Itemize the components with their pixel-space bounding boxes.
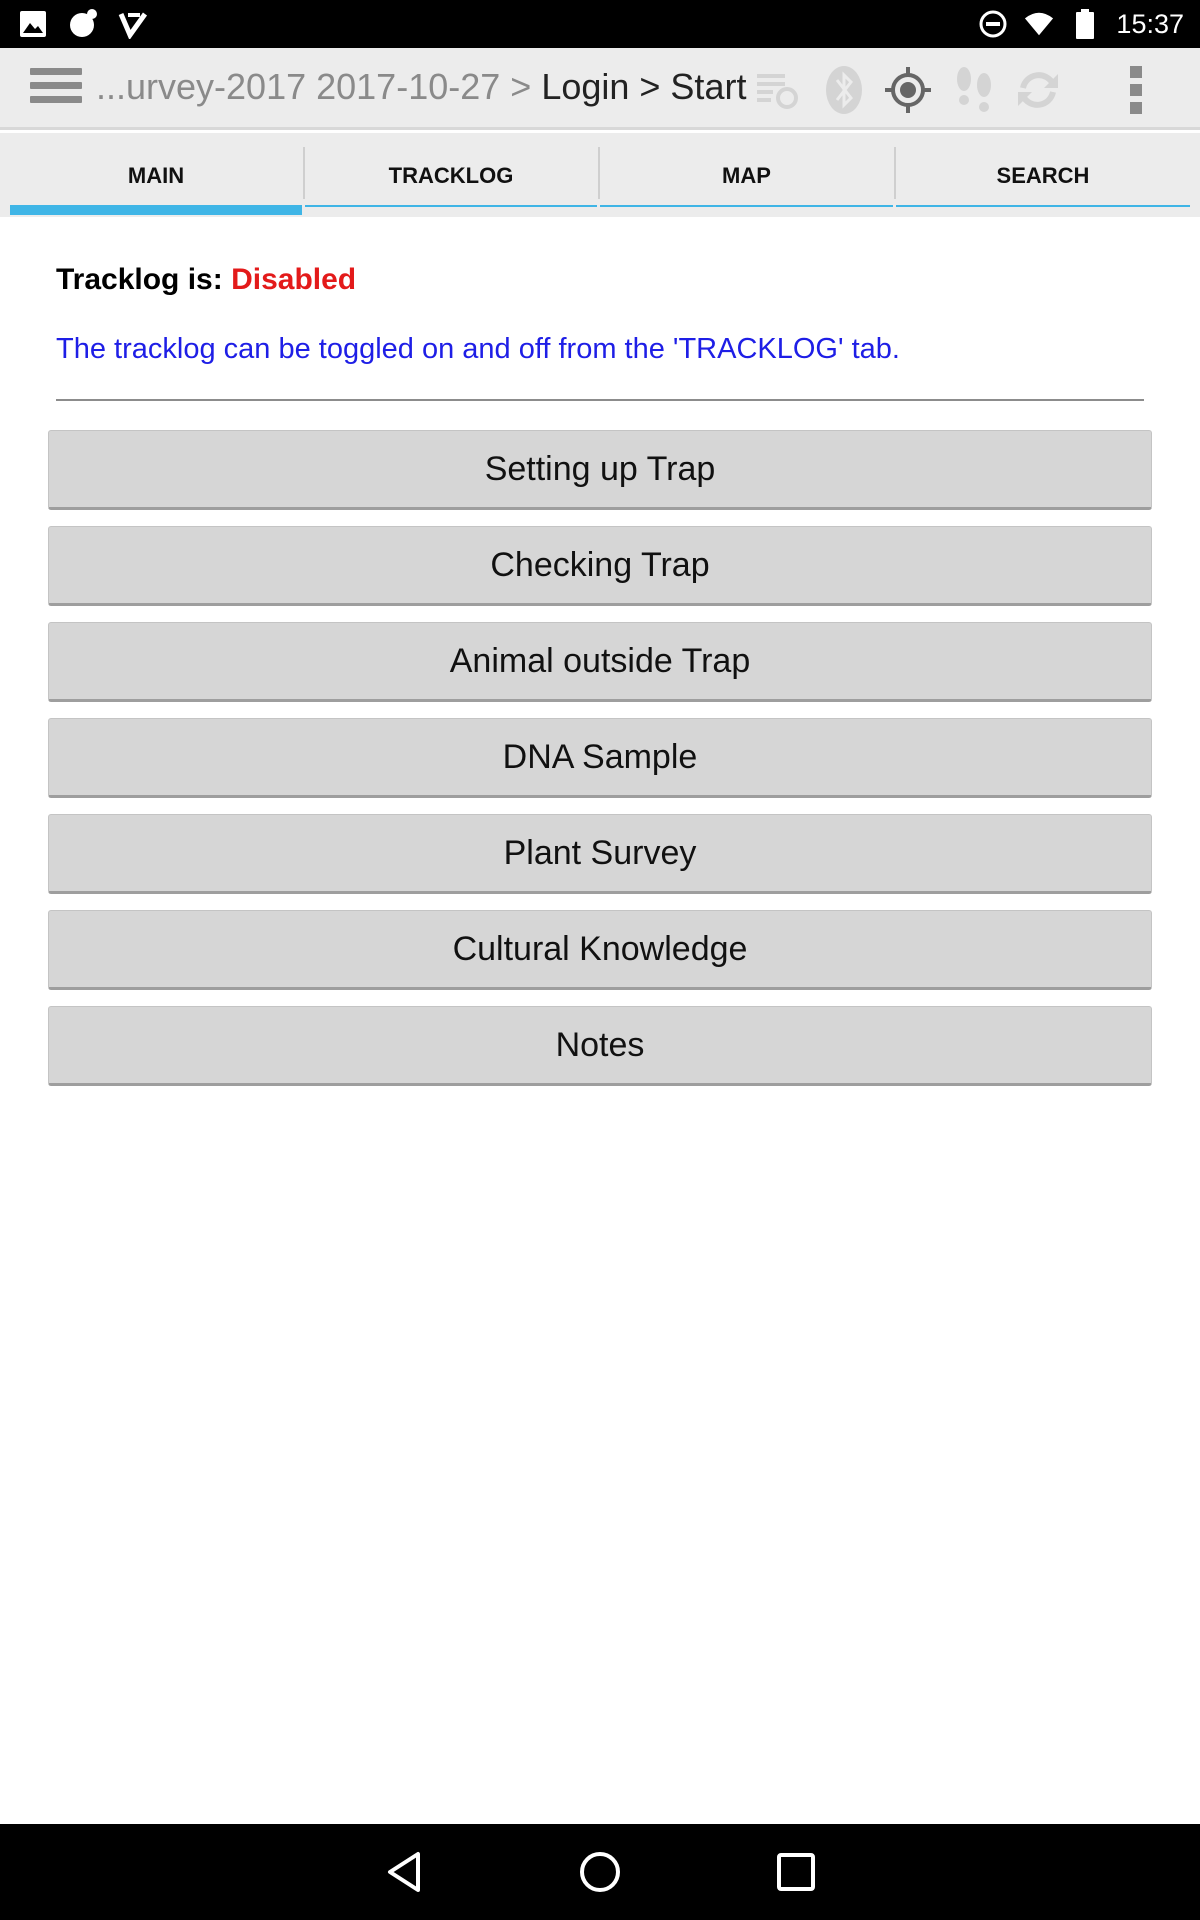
battery-icon [1070, 9, 1100, 39]
tracklog-status-label: Tracklog is: [56, 263, 223, 296]
image-icon [18, 9, 48, 39]
divider [56, 399, 1144, 401]
notes-button[interactable]: Notes [48, 1006, 1152, 1086]
plant-survey-button[interactable]: Plant Survey [48, 814, 1152, 894]
animal-outside-trap-button[interactable]: Animal outside Trap [48, 622, 1152, 702]
tab-search[interactable]: SEARCH [896, 147, 1190, 207]
sync-list-icon[interactable] [752, 64, 804, 116]
footprints-icon[interactable] [948, 64, 1000, 116]
wifi-icon [1024, 9, 1054, 39]
cultural-knowledge-button[interactable]: Cultural Knowledge [48, 910, 1152, 990]
status-time: 15:37 [1116, 8, 1184, 39]
checking-trap-button[interactable]: Checking Trap [48, 526, 1152, 606]
download-done-icon [118, 9, 148, 39]
status-bar-right: 15:37 [978, 0, 1184, 48]
navigation-bar [0, 1824, 1200, 1920]
back-icon[interactable] [380, 1848, 428, 1896]
tab-main[interactable]: MAIN [10, 147, 302, 215]
main-content: Tracklog is: Disabled The tracklog can b… [10, 217, 1190, 1824]
tab-map[interactable]: MAP [600, 147, 893, 207]
action-bar: ...urvey-2017 2017-10-27 > Login > Start [0, 48, 1200, 130]
home-icon[interactable] [576, 1848, 624, 1896]
tracklog-hint: The tracklog can be toggled on and off f… [56, 333, 900, 365]
overflow-menu-icon[interactable] [1110, 64, 1162, 116]
breadcrumb-prefix[interactable]: ...urvey-2017 2017-10-27 > [96, 66, 531, 107]
status-bar: 15:37 [0, 0, 1200, 48]
do-not-disturb-icon [978, 9, 1008, 39]
tracklog-status-value: Disabled [231, 263, 357, 296]
refresh-icon[interactable] [1012, 64, 1064, 116]
breadcrumb: ...urvey-2017 2017-10-27 > Login > Start [96, 66, 746, 108]
bluetooth-icon[interactable] [818, 64, 870, 116]
gps-target-icon[interactable] [882, 64, 934, 116]
dna-sample-button[interactable]: DNA Sample [48, 718, 1152, 798]
breadcrumb-current[interactable]: Login > Start [541, 66, 746, 107]
status-bar-left [18, 0, 148, 48]
hamburger-menu-icon[interactable] [30, 68, 82, 110]
app-notification-icon [68, 9, 98, 39]
recents-icon[interactable] [772, 1848, 820, 1896]
tracklog-status: Tracklog is: Disabled [56, 263, 356, 297]
setting-up-trap-button[interactable]: Setting up Trap [48, 430, 1152, 510]
tab-tracklog[interactable]: TRACKLOG [305, 147, 597, 207]
tab-bar: MAIN TRACKLOG MAP SEARCH [0, 133, 1200, 217]
